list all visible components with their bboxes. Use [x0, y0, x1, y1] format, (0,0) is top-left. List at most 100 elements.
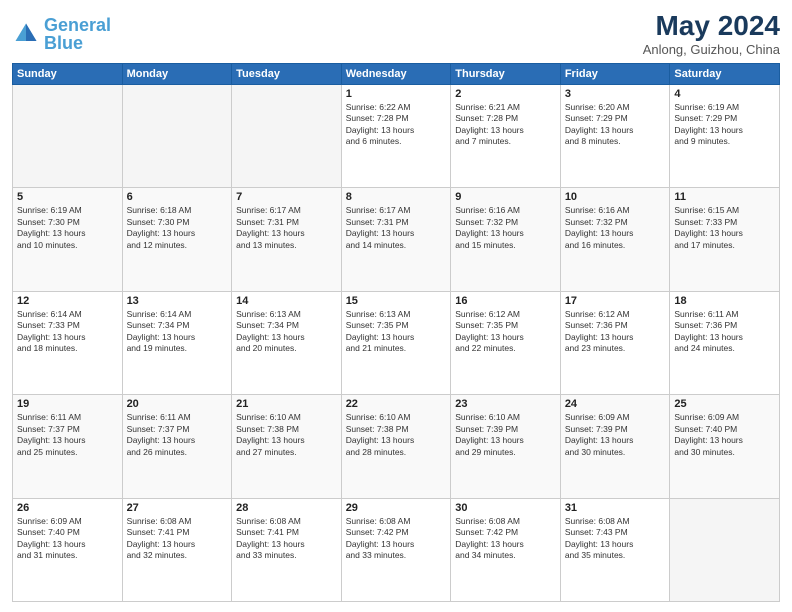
calendar-cell: 12 Sunrise: 6:14 AM Sunset: 7:33 PM Dayli… [13, 291, 123, 394]
calendar-cell: 6 Sunrise: 6:18 AM Sunset: 7:30 PM Daylig… [122, 188, 232, 291]
calendar-cell: 26 Sunrise: 6:09 AM Sunset: 7:40 PM Dayli… [13, 498, 123, 601]
day-number: 14 [236, 295, 337, 307]
day-number: 28 [236, 502, 337, 514]
title-block: May 2024 Anlong, Guizhou, China [643, 10, 780, 57]
calendar-cell: 8 Sunrise: 6:17 AM Sunset: 7:31 PM Daylig… [341, 188, 451, 291]
cell-info: Sunrise: 6:15 AM Sunset: 7:33 PM Dayligh… [674, 205, 775, 251]
cell-info: Sunrise: 6:16 AM Sunset: 7:32 PM Dayligh… [455, 205, 556, 251]
calendar-cell: 23 Sunrise: 6:10 AM Sunset: 7:39 PM Dayli… [451, 395, 561, 498]
calendar-cell: 25 Sunrise: 6:09 AM Sunset: 7:40 PM Dayli… [670, 395, 780, 498]
cell-info: Sunrise: 6:13 AM Sunset: 7:35 PM Dayligh… [346, 309, 447, 355]
calendar-cell: 9Sunrise: 6:16 AM Sunset: 7:32 PM Daylig… [451, 188, 561, 291]
cell-info: Sunrise: 6:19 AM Sunset: 7:29 PM Dayligh… [674, 102, 775, 148]
cell-info: Sunrise: 6:17 AM Sunset: 7:31 PM Dayligh… [236, 205, 337, 251]
day-number: 12 [17, 295, 118, 307]
cell-info: Sunrise: 6:16 AM Sunset: 7:32 PM Dayligh… [565, 205, 666, 251]
day-number: 26 [17, 502, 118, 514]
day-number: 1 [346, 88, 447, 100]
calendar-cell: 18 Sunrise: 6:11 AM Sunset: 7:36 PM Dayli… [670, 291, 780, 394]
cell-info: Sunrise: 6:11 AM Sunset: 7:36 PM Dayligh… [674, 309, 775, 355]
calendar-cell: 30 Sunrise: 6:08 AM Sunset: 7:42 PM Dayli… [451, 498, 561, 601]
calendar-cell: 1Sunrise: 6:22 AM Sunset: 7:28 PM Daylig… [341, 85, 451, 188]
day-number: 23 [455, 398, 556, 410]
cell-info: Sunrise: 6:17 AM Sunset: 7:31 PM Dayligh… [346, 205, 447, 251]
cell-info: Sunrise: 6:08 AM Sunset: 7:41 PM Dayligh… [127, 516, 228, 562]
day-number: 17 [565, 295, 666, 307]
calendar-cell: 13 Sunrise: 6:14 AM Sunset: 7:34 PM Dayli… [122, 291, 232, 394]
cell-info: Sunrise: 6:21 AM Sunset: 7:28 PM Dayligh… [455, 102, 556, 148]
day-number: 4 [674, 88, 775, 100]
day-number: 18 [674, 295, 775, 307]
day-number: 8 [346, 191, 447, 203]
cell-info: Sunrise: 6:08 AM Sunset: 7:43 PM Dayligh… [565, 516, 666, 562]
calendar-cell: 31 Sunrise: 6:08 AM Sunset: 7:43 PM Dayli… [560, 498, 670, 601]
day-number: 2 [455, 88, 556, 100]
calendar-week-3: 19 Sunrise: 6:11 AM Sunset: 7:37 PM Dayli… [13, 395, 780, 498]
calendar-cell: 21 Sunrise: 6:10 AM Sunset: 7:38 PM Dayli… [232, 395, 342, 498]
day-number: 13 [127, 295, 228, 307]
cell-info: Sunrise: 6:08 AM Sunset: 7:42 PM Dayligh… [346, 516, 447, 562]
location: Anlong, Guizhou, China [643, 42, 780, 57]
day-number: 20 [127, 398, 228, 410]
day-number: 16 [455, 295, 556, 307]
logo-icon [12, 20, 40, 48]
calendar-header-row: Sunday Monday Tuesday Wednesday Thursday… [13, 64, 780, 85]
day-number: 27 [127, 502, 228, 514]
calendar-cell [122, 85, 232, 188]
day-number: 31 [565, 502, 666, 514]
calendar-cell: 2 Sunrise: 6:21 AM Sunset: 7:28 PM Daylig… [451, 85, 561, 188]
day-number: 25 [674, 398, 775, 410]
cell-info: Sunrise: 6:20 AM Sunset: 7:29 PM Dayligh… [565, 102, 666, 148]
calendar-cell: 17Sunrise: 6:12 AM Sunset: 7:36 PM Dayli… [560, 291, 670, 394]
calendar-cell: 15 Sunrise: 6:13 AM Sunset: 7:35 PM Dayli… [341, 291, 451, 394]
day-number: 30 [455, 502, 556, 514]
page: General Blue May 2024 Anlong, Guizhou, C… [0, 0, 792, 612]
cell-info: Sunrise: 6:14 AM Sunset: 7:34 PM Dayligh… [127, 309, 228, 355]
cell-info: Sunrise: 6:09 AM Sunset: 7:40 PM Dayligh… [674, 412, 775, 458]
header: General Blue May 2024 Anlong, Guizhou, C… [12, 10, 780, 57]
header-saturday: Saturday [670, 64, 780, 85]
cell-info: Sunrise: 6:19 AM Sunset: 7:30 PM Dayligh… [17, 205, 118, 251]
day-number: 7 [236, 191, 337, 203]
cell-info: Sunrise: 6:14 AM Sunset: 7:33 PM Dayligh… [17, 309, 118, 355]
cell-info: Sunrise: 6:13 AM Sunset: 7:34 PM Dayligh… [236, 309, 337, 355]
calendar-cell [13, 85, 123, 188]
logo-general: General [44, 15, 111, 35]
calendar-cell: 11Sunrise: 6:15 AM Sunset: 7:33 PM Dayli… [670, 188, 780, 291]
calendar-week-1: 5Sunrise: 6:19 AM Sunset: 7:30 PM Daylig… [13, 188, 780, 291]
calendar-cell: 7 Sunrise: 6:17 AM Sunset: 7:31 PM Daylig… [232, 188, 342, 291]
header-tuesday: Tuesday [232, 64, 342, 85]
cell-info: Sunrise: 6:12 AM Sunset: 7:35 PM Dayligh… [455, 309, 556, 355]
day-number: 24 [565, 398, 666, 410]
cell-info: Sunrise: 6:10 AM Sunset: 7:38 PM Dayligh… [236, 412, 337, 458]
header-sunday: Sunday [13, 64, 123, 85]
calendar-cell: 24Sunrise: 6:09 AM Sunset: 7:39 PM Dayli… [560, 395, 670, 498]
cell-info: Sunrise: 6:09 AM Sunset: 7:40 PM Dayligh… [17, 516, 118, 562]
day-number: 10 [565, 191, 666, 203]
cell-info: Sunrise: 6:18 AM Sunset: 7:30 PM Dayligh… [127, 205, 228, 251]
calendar-cell: 16 Sunrise: 6:12 AM Sunset: 7:35 PM Dayli… [451, 291, 561, 394]
calendar-week-4: 26 Sunrise: 6:09 AM Sunset: 7:40 PM Dayli… [13, 498, 780, 601]
cell-info: Sunrise: 6:10 AM Sunset: 7:38 PM Dayligh… [346, 412, 447, 458]
calendar-cell: 28 Sunrise: 6:08 AM Sunset: 7:41 PM Dayli… [232, 498, 342, 601]
day-number: 22 [346, 398, 447, 410]
month-title: May 2024 [643, 10, 780, 42]
calendar-week-2: 12 Sunrise: 6:14 AM Sunset: 7:33 PM Dayli… [13, 291, 780, 394]
day-number: 3 [565, 88, 666, 100]
calendar-cell: 27 Sunrise: 6:08 AM Sunset: 7:41 PM Dayli… [122, 498, 232, 601]
calendar-table: Sunday Monday Tuesday Wednesday Thursday… [12, 63, 780, 602]
day-number: 19 [17, 398, 118, 410]
cell-info: Sunrise: 6:08 AM Sunset: 7:41 PM Dayligh… [236, 516, 337, 562]
calendar-cell: 14 Sunrise: 6:13 AM Sunset: 7:34 PM Dayli… [232, 291, 342, 394]
day-number: 15 [346, 295, 447, 307]
logo: General Blue [12, 16, 111, 52]
cell-info: Sunrise: 6:10 AM Sunset: 7:39 PM Dayligh… [455, 412, 556, 458]
calendar-cell: 10 Sunrise: 6:16 AM Sunset: 7:32 PM Dayli… [560, 188, 670, 291]
day-number: 6 [127, 191, 228, 203]
cell-info: Sunrise: 6:11 AM Sunset: 7:37 PM Dayligh… [17, 412, 118, 458]
calendar-cell: 19 Sunrise: 6:11 AM Sunset: 7:37 PM Dayli… [13, 395, 123, 498]
calendar-cell [232, 85, 342, 188]
cell-info: Sunrise: 6:08 AM Sunset: 7:42 PM Dayligh… [455, 516, 556, 562]
day-number: 29 [346, 502, 447, 514]
day-number: 21 [236, 398, 337, 410]
